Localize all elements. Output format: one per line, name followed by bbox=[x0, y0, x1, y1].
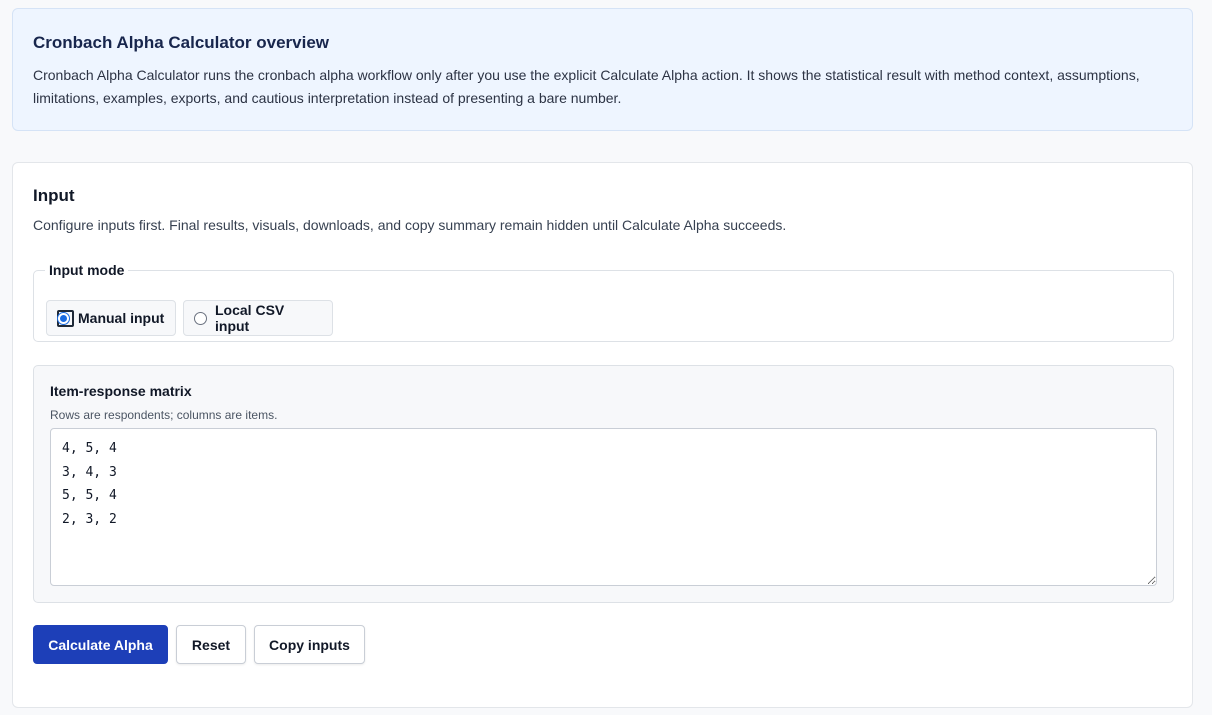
copy-inputs-button[interactable]: Copy inputs bbox=[254, 625, 365, 664]
item-response-matrix-textarea[interactable] bbox=[50, 428, 1157, 586]
matrix-label: Item-response matrix bbox=[50, 383, 192, 399]
input-title: Input bbox=[33, 186, 75, 205]
matrix-hint: Rows are respondents; columns are items. bbox=[50, 408, 278, 422]
radio-unchecked-icon[interactable] bbox=[194, 311, 207, 325]
input-description: Configure inputs first. Final results, v… bbox=[33, 217, 787, 233]
input-mode-legend: Input mode bbox=[49, 262, 125, 278]
radio-checked-icon[interactable] bbox=[57, 311, 70, 325]
local-csv-input-radio[interactable]: Local CSV input bbox=[183, 300, 333, 336]
input-mode-fieldset: Input mode Manual input Local CSV input bbox=[33, 262, 1174, 342]
local-csv-input-label: Local CSV input bbox=[215, 302, 285, 334]
overview-text: Cronbach Alpha Calculator runs the cronb… bbox=[33, 67, 1140, 106]
overview-title: Cronbach Alpha Calculator overview bbox=[33, 33, 329, 52]
overview-panel: Cronbach Alpha Calculator overview Cronb… bbox=[12, 8, 1193, 131]
reset-button[interactable]: Reset bbox=[176, 625, 246, 664]
calculate-alpha-button[interactable]: Calculate Alpha bbox=[33, 625, 168, 664]
manual-input-label: Manual input bbox=[78, 310, 165, 326]
item-response-matrix-panel: Item-response matrix Rows are respondent… bbox=[33, 365, 1174, 603]
input-card: Input Configure inputs first. Final resu… bbox=[12, 162, 1193, 708]
manual-input-radio[interactable]: Manual input bbox=[46, 300, 176, 336]
